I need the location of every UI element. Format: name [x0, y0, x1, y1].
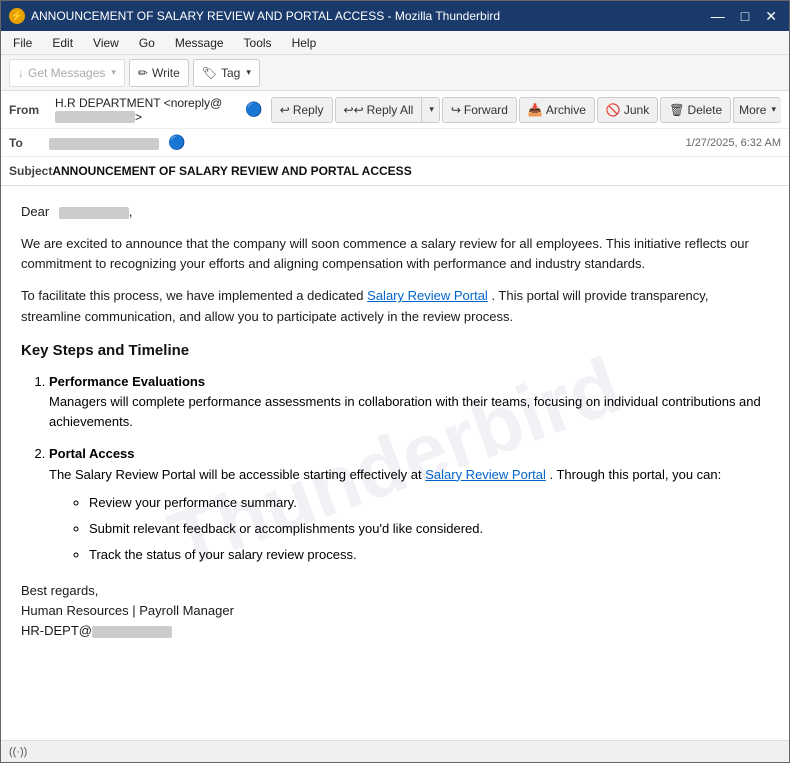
more-group: More ▾	[733, 97, 781, 123]
email-header: From H.R DEPARTMENT <noreply@> 🔵 ↩ Reply…	[1, 91, 789, 186]
recipient-name-blur	[59, 207, 129, 219]
to-value: 🔵	[49, 134, 686, 151]
to-email-blur	[49, 138, 159, 150]
step2-title: Portal Access	[49, 446, 135, 461]
step1-title: Performance Evaluations	[49, 374, 205, 389]
tag-label: Tag	[221, 66, 240, 80]
reply-all-button[interactable]: ↩↩ Reply All	[335, 97, 422, 123]
subject-label: Subject	[9, 164, 52, 178]
delete-icon: 🗑	[669, 103, 684, 117]
archive-button[interactable]: 📥 Archive	[519, 97, 595, 123]
tag-button[interactable]: 🏷 Tag ▾	[193, 59, 260, 87]
para2-before: To facilitate this process, we have impl…	[21, 288, 364, 303]
greeting-para: Dear ,	[21, 202, 769, 222]
menu-help[interactable]: Help	[288, 34, 321, 52]
get-messages-arrow: ▾	[111, 67, 116, 78]
forward-button[interactable]: ↪ Forward	[442, 97, 517, 123]
reply-all-group: ↩↩ Reply All ▾	[335, 97, 440, 123]
archive-label: Archive	[546, 103, 586, 117]
status-icon: ((·))	[9, 746, 27, 758]
step2-after: . Through this portal, you can:	[550, 467, 722, 482]
get-messages-label: Get Messages	[28, 66, 105, 80]
bullet-2: Submit relevant feedback or accomplishme…	[89, 519, 769, 539]
from-label: From	[9, 103, 49, 117]
menu-file[interactable]: File	[9, 34, 36, 52]
get-messages-icon: ↓	[18, 66, 24, 80]
junk-icon: 🚫	[606, 103, 621, 117]
reply-all-arrow: ▾	[429, 104, 434, 115]
step-2: Portal Access The Salary Review Portal w…	[49, 444, 769, 565]
junk-button[interactable]: 🚫 Junk	[597, 97, 658, 123]
menu-tools[interactable]: Tools	[240, 34, 276, 52]
junk-label: Junk	[624, 103, 649, 117]
email-body: Thunderbird Dear , We are excited to ann…	[1, 186, 789, 740]
write-icon: ✏	[138, 66, 148, 80]
tag-icon: 🏷	[202, 66, 217, 80]
privacy-icon[interactable]: 🔵	[245, 101, 262, 118]
subject-value: ANNOUNCEMENT OF SALARY REVIEW AND PORTAL…	[52, 164, 411, 178]
title-bar-left: ⚡ ANNOUNCEMENT OF SALARY REVIEW AND PORT…	[9, 8, 500, 24]
portal-link-2[interactable]: Salary Review Portal	[425, 467, 546, 482]
sig-line1: Human Resources | Payroll Manager	[21, 603, 234, 618]
reply-all-dropdown[interactable]: ▾	[421, 97, 440, 123]
toolbar: ↓ Get Messages ▾ ✏ Write 🏷 Tag ▾	[1, 55, 789, 91]
forward-label: Forward	[464, 103, 508, 117]
reply-all-icon: ↩↩	[344, 103, 364, 117]
delete-label: Delete	[687, 103, 722, 117]
maximize-button[interactable]: □	[737, 9, 753, 23]
portal-link-1[interactable]: Salary Review Portal	[367, 288, 488, 303]
sig-email-blur	[92, 626, 172, 638]
email-content: Dear , We are excited to announce that t…	[21, 202, 769, 642]
reply-button[interactable]: ↩ Reply	[271, 97, 333, 123]
menu-go[interactable]: Go	[135, 34, 159, 52]
closing: Best regards, Human Resources | Payroll …	[21, 581, 769, 641]
write-label: Write	[152, 66, 180, 80]
forward-icon: ↪	[451, 103, 461, 117]
bullet-1: Review your performance summary.	[89, 493, 769, 513]
delete-button[interactable]: 🗑 Delete	[660, 97, 731, 123]
app-icon: ⚡	[9, 8, 25, 24]
steps-list: Performance Evaluations Managers will co…	[21, 372, 769, 565]
para1: We are excited to announce that the comp…	[21, 234, 769, 274]
email-date: 1/27/2025, 6:32 AM	[686, 137, 781, 149]
menu-bar: File Edit View Go Message Tools Help	[1, 31, 789, 55]
bullet-3: Track the status of your salary review p…	[89, 545, 769, 565]
write-button[interactable]: ✏ Write	[129, 59, 189, 87]
section-title: Key Steps and Timeline	[21, 339, 769, 362]
close-button[interactable]: ✕	[761, 9, 781, 23]
greeting-text: Dear	[21, 204, 49, 219]
portal-bullets: Review your performance summary. Submit …	[49, 493, 769, 565]
window-title: ANNOUNCEMENT OF SALARY REVIEW AND PORTAL…	[31, 9, 500, 23]
main-window: ⚡ ANNOUNCEMENT OF SALARY REVIEW AND PORT…	[0, 0, 790, 763]
reply-icon: ↩	[280, 103, 290, 117]
step2-before: The Salary Review Portal will be accessi…	[49, 467, 422, 482]
window-controls: — □ ✕	[707, 9, 781, 23]
to-privacy-icon[interactable]: 🔵	[168, 134, 185, 150]
tag-arrow: ▾	[246, 67, 251, 78]
more-arrow: ▾	[771, 104, 776, 115]
step1-body: Managers will complete performance asses…	[49, 394, 761, 429]
more-label: More	[739, 103, 766, 117]
menu-message[interactable]: Message	[171, 34, 228, 52]
archive-icon: 📥	[528, 103, 543, 117]
email-actions-row: From H.R DEPARTMENT <noreply@> 🔵 ↩ Reply…	[1, 91, 789, 129]
reply-label: Reply	[293, 103, 324, 117]
to-row: To 🔵 1/27/2025, 6:32 AM	[1, 129, 789, 157]
minimize-button[interactable]: —	[707, 9, 729, 23]
status-bar: ((·))	[1, 740, 789, 762]
menu-view[interactable]: View	[89, 34, 123, 52]
sig-line2: HR-DEPT@	[21, 623, 172, 638]
get-messages-button[interactable]: ↓ Get Messages ▾	[9, 59, 125, 87]
title-bar: ⚡ ANNOUNCEMENT OF SALARY REVIEW AND PORT…	[1, 1, 789, 31]
to-label: To	[9, 136, 49, 150]
reply-all-label: Reply All	[367, 103, 414, 117]
step-1: Performance Evaluations Managers will co…	[49, 372, 769, 432]
from-value: H.R DEPARTMENT <noreply@>	[55, 96, 243, 124]
more-button[interactable]: More ▾	[733, 97, 781, 123]
para2: To facilitate this process, we have impl…	[21, 286, 769, 326]
subject-row: Subject ANNOUNCEMENT OF SALARY REVIEW AN…	[1, 157, 789, 185]
from-email-blur	[55, 111, 135, 123]
menu-edit[interactable]: Edit	[48, 34, 77, 52]
